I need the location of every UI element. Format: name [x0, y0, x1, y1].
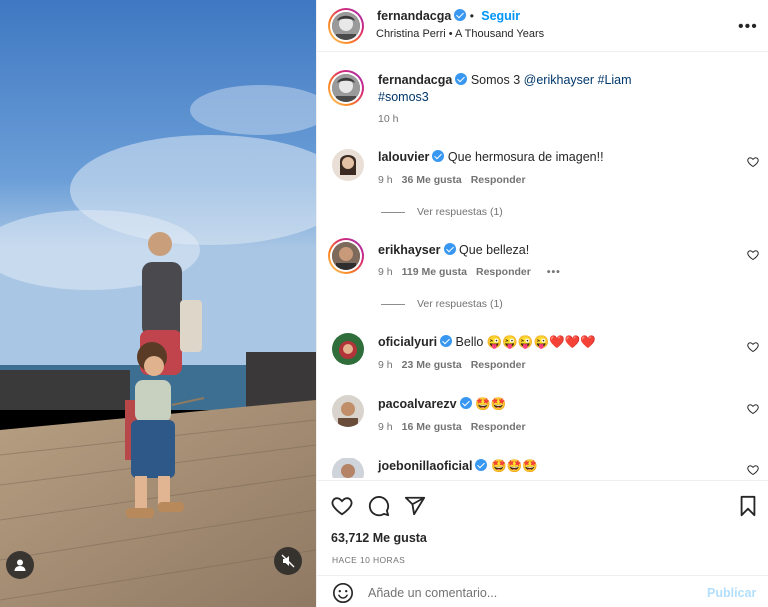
- caption-author-avatar[interactable]: [328, 70, 364, 106]
- verified-badge-icon: [475, 459, 488, 471]
- comment-item: joebonillaoficial 🤩🤩🤩: [317, 458, 768, 478]
- share-icon[interactable]: [404, 495, 426, 517]
- comment-meta: 9 h 119 Me gusta Responder •••: [378, 266, 561, 278]
- comment-meta: 9 h 23 Me gusta Responder: [378, 359, 526, 371]
- reply-button[interactable]: Responder: [471, 174, 526, 186]
- mute-button[interactable]: [274, 547, 302, 575]
- song-label[interactable]: Christina Perri • A Thousand Years: [376, 28, 544, 40]
- comment-like-icon[interactable]: [747, 341, 759, 353]
- verified-badge-icon: [459, 397, 472, 409]
- caption-username[interactable]: fernandacga: [378, 73, 452, 87]
- caption-body: Somos 3: [470, 73, 521, 87]
- comment-more-icon[interactable]: •••: [547, 266, 561, 278]
- comment-body: Bello 😜😜😜😜❤️❤️❤️: [455, 335, 596, 349]
- emoji-icon[interactable]: [332, 582, 354, 604]
- author-username[interactable]: fernandacga: [377, 9, 451, 23]
- view-replies-button[interactable]: Ver respuestas (1): [381, 206, 503, 218]
- caption-time: 10 h: [378, 113, 399, 125]
- comment-text: erikhayser Que belleza!: [378, 242, 728, 259]
- commenter-username[interactable]: oficialyuri: [378, 335, 437, 349]
- commenter-avatar[interactable]: [332, 149, 364, 181]
- commenter-username[interactable]: lalouvier: [378, 150, 429, 164]
- comment-text: lalouvier Que hermosura de imagen!!: [378, 149, 728, 166]
- commenter-avatar[interactable]: [328, 238, 364, 274]
- comment-time: 9 h: [378, 174, 393, 186]
- reply-button[interactable]: Responder: [476, 266, 531, 278]
- comment-input[interactable]: Añade un comentario...: [368, 586, 497, 600]
- comment-body: 🤩🤩: [475, 397, 507, 411]
- commenter-username[interactable]: joebonillaoficial: [378, 459, 472, 473]
- commenter-username[interactable]: erikhayser: [378, 243, 441, 257]
- follow-button[interactable]: Seguir: [481, 9, 520, 23]
- caption-hashtag-liam[interactable]: #Liam: [598, 73, 632, 87]
- mute-icon: [281, 554, 295, 568]
- commenter-avatar[interactable]: [332, 458, 364, 478]
- caption-mention-link[interactable]: @erikhayser: [524, 73, 594, 87]
- comment-body: 🤩🤩🤩: [490, 459, 538, 473]
- comment-likes[interactable]: 23 Me gusta: [402, 359, 462, 371]
- comment-time: 9 h: [378, 266, 393, 278]
- comment-like-icon[interactable]: [747, 464, 759, 476]
- comment-text: pacoalvarezv 🤩🤩: [378, 396, 728, 413]
- comment-like-icon[interactable]: [747, 249, 759, 261]
- caption-hashtag-somos3[interactable]: #somos3: [378, 90, 429, 104]
- comment-body: Que hermosura de imagen!!: [447, 150, 604, 164]
- comment-time: 9 h: [378, 359, 393, 371]
- comment-like-icon[interactable]: [747, 403, 759, 415]
- heart-icon[interactable]: [331, 495, 353, 517]
- publish-button[interactable]: Publicar: [707, 586, 756, 600]
- comment-likes[interactable]: 36 Me gusta: [402, 174, 462, 186]
- verified-badge-icon: [440, 335, 453, 347]
- view-replies-button[interactable]: Ver respuestas (1): [381, 298, 503, 310]
- commenter-username[interactable]: pacoalvarezv: [378, 397, 457, 411]
- add-comment-bar: Añade un comentario... Publicar: [317, 575, 768, 607]
- post-video[interactable]: [0, 0, 316, 607]
- verified-badge-icon: [432, 150, 445, 162]
- comment-text: joebonillaoficial 🤩🤩🤩: [378, 458, 728, 475]
- author-avatar[interactable]: [328, 8, 364, 44]
- verified-badge-icon: [455, 73, 468, 85]
- caption-text: fernandacga Somos 3 @erikhayser #Liam #s…: [378, 72, 728, 106]
- commenter-avatar[interactable]: [332, 333, 364, 365]
- comment-body: Que belleza!: [459, 243, 530, 257]
- comment-time: 9 h: [378, 421, 393, 433]
- reply-button[interactable]: Responder: [471, 421, 526, 433]
- post-actions: 63,712 Me gusta HACE 10 HORAS Añade un c…: [317, 480, 768, 607]
- like-count[interactable]: 63,712 Me gusta: [331, 531, 427, 545]
- comment-likes[interactable]: 16 Me gusta: [402, 421, 462, 433]
- tagged-users-icon: [14, 559, 26, 571]
- comment-likes[interactable]: 119 Me gusta: [402, 266, 467, 278]
- comment-meta: 9 h 16 Me gusta Responder: [378, 421, 526, 433]
- bookmark-icon[interactable]: [738, 495, 758, 517]
- more-options-icon[interactable]: •••: [738, 18, 758, 36]
- verified-badge-icon: [454, 9, 467, 21]
- comment-text: oficialyuri Bello 😜😜😜😜❤️❤️❤️: [378, 334, 728, 351]
- tagged-users-button[interactable]: [6, 551, 34, 579]
- verified-badge-icon: [443, 243, 456, 255]
- comment-meta: 9 h 36 Me gusta Responder: [378, 174, 526, 186]
- commenter-avatar[interactable]: [332, 395, 364, 427]
- reply-button[interactable]: Responder: [471, 359, 526, 371]
- comment-like-icon[interactable]: [747, 156, 759, 168]
- comment-icon[interactable]: [368, 495, 390, 517]
- video-frame: [0, 0, 316, 607]
- post-details-panel: fernandacga • Seguir Christina Perri • A…: [316, 0, 768, 607]
- post-timestamp: HACE 10 HORAS: [332, 555, 406, 565]
- post-header: fernandacga • Seguir Christina Perri • A…: [317, 0, 768, 52]
